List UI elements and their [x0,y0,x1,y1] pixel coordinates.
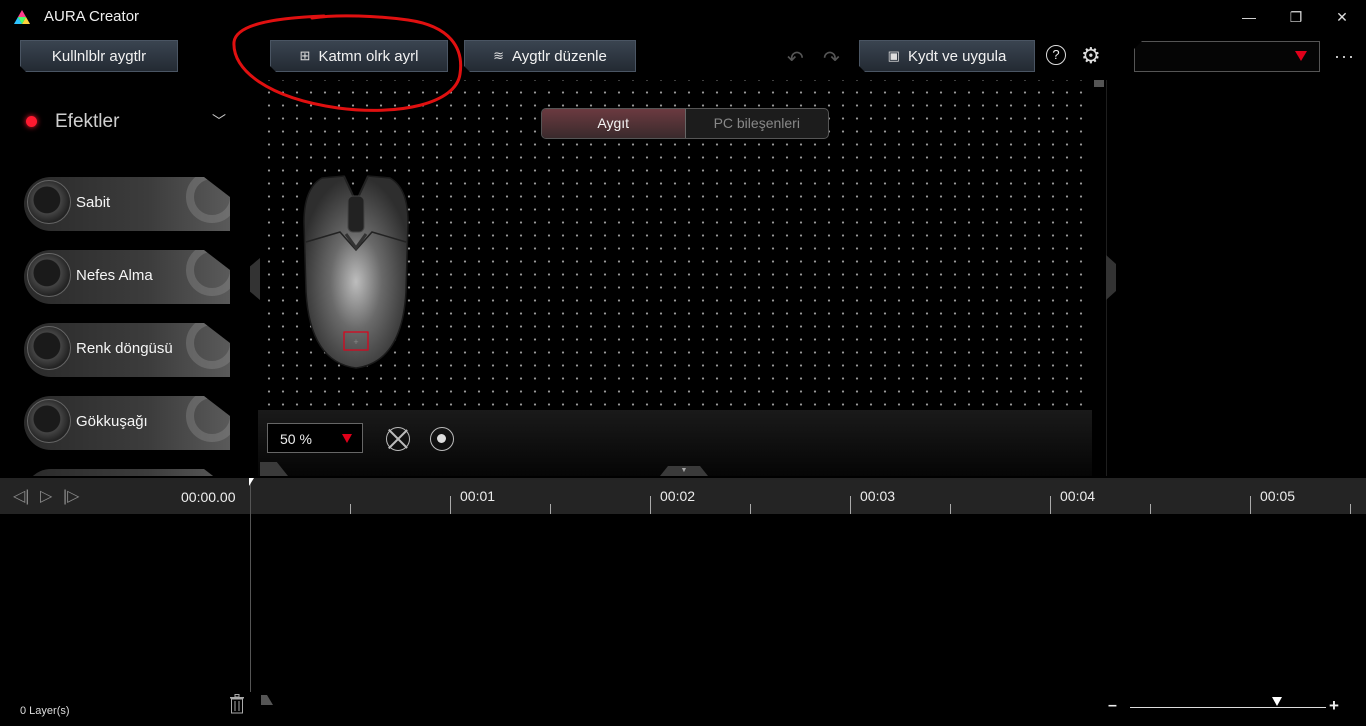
trash-icon[interactable] [229,694,245,714]
color-cycle-effect-icon [27,326,71,370]
save-apply-label: Kydt ve uygula [907,47,1007,65]
edit-devices-label: Aygtlr düzenle [512,47,607,65]
effect-decoration [186,323,230,369]
more-options-icon[interactable]: ··· [1334,46,1355,67]
effect-card-rainbow[interactable]: Gökkuşağı [24,396,230,450]
help-icon[interactable]: ? [1046,45,1066,65]
close-button[interactable]: ✕ [1322,4,1362,30]
effect-label: Nefes Alma [76,267,153,284]
tick-major [650,496,651,514]
tick-major [1050,496,1051,514]
tick-label: 00:02 [660,488,696,504]
available-devices-label: Kullnlblr aygtlr [51,47,147,65]
current-time: 00:00.00 [181,489,236,505]
effect-decoration [186,177,230,223]
center-view-icon[interactable] [430,427,454,451]
effects-indicator-dot [26,116,37,127]
zoom-select[interactable]: 50 % [267,423,363,453]
maximize-button[interactable]: ❐ [1276,4,1316,30]
layers-count: 0 Layer(s) [20,705,70,717]
title-bar: AURA Creator — ❐ ✕ [0,0,1366,34]
tick-minor [1150,504,1151,514]
timeline-zoom-thumb[interactable] [1272,697,1282,706]
skip-to-end-icon[interactable]: |▷ [63,486,79,506]
tick-label: 00:05 [1260,488,1296,504]
edit-devices-button[interactable]: ≋ Aygtlr düzenle [464,40,636,72]
save-icon: ▣ [887,48,900,63]
effect-label: Renk döngüsü [76,340,173,357]
effect-decoration [186,396,230,442]
zoom-value: 50 % [280,431,312,447]
tick-minor [350,504,351,514]
minimize-button[interactable]: — [1229,4,1269,30]
tick-label: 00:04 [1060,488,1096,504]
timeline-zoom-in-button[interactable]: + [1329,696,1339,716]
undo-icon[interactable]: ↶ [787,46,804,71]
play-icon[interactable]: ▷ [40,486,52,506]
tick-minor [550,504,551,514]
effect-card-static[interactable]: Sabit [24,177,230,231]
collapse-canvas-handle[interactable]: ▼ [660,466,708,476]
tick-major [850,496,851,514]
tick-major [1250,496,1251,514]
effects-panel: Efektler ﹀ Sabit Nefes Alma Renk döngüsü… [0,80,258,476]
timeline-zoom-slider[interactable] [1130,707,1326,708]
tab-pc-components[interactable]: PC bileşenleri [686,109,829,138]
aura-logo-icon [14,10,30,24]
canvas-scrollbar[interactable] [1094,80,1104,87]
svg-text:+: + [353,337,358,347]
effect-card-breathing[interactable]: Nefes Alma [24,250,230,304]
layers-split-icon: ⊞ [299,48,311,63]
separate-layers-button[interactable]: ⊞ Katmn olrk ayrl [270,40,448,72]
gaming-mouse-device[interactable]: + [300,172,412,370]
effect-decoration [186,250,230,296]
profile-dropdown[interactable] [1134,41,1320,72]
effect-card-color-cycle[interactable]: Renk döngüsü [24,323,230,377]
playhead-marker[interactable] [249,478,254,486]
breathing-effect-icon [27,253,71,297]
chevron-down-icon[interactable]: ﹀ [212,111,226,131]
tick-major [450,496,451,514]
available-devices-button[interactable]: Kullnlblr aygtlr [20,40,178,72]
playhead-line[interactable] [250,478,251,692]
effect-card-more[interactable] [24,469,230,476]
settings-gear-icon[interactable]: ⚙ [1081,43,1101,69]
device-tab-switch: Aygıt PC bileşenleri [541,108,829,139]
static-effect-icon [27,180,71,224]
tick-minor [750,504,751,514]
tick-minor [950,504,951,514]
effect-label: Gökkuşağı [76,413,148,430]
rainbow-effect-icon [27,399,71,443]
fit-to-screen-icon[interactable] [386,427,410,451]
tab-device[interactable]: Aygıt [542,109,686,138]
save-apply-button[interactable]: ▣ Kydt ve uygula [859,40,1035,72]
tick-minor [1350,504,1351,514]
timeline-ruler[interactable]: 00:01 00:02 00:03 00:04 00:05 [250,478,1366,514]
separate-layers-label: Katmn olrk ayrl [318,47,419,65]
effect-label: Sabit [76,194,111,211]
dropdown-caret-icon [342,434,352,443]
effects-title: Efektler [55,111,120,132]
layers-icon: ≋ [493,48,505,63]
redo-icon[interactable]: ↷ [823,46,840,71]
timeline-tracks[interactable] [0,514,1366,726]
properties-pane [1106,80,1366,476]
dropdown-caret-icon [1295,51,1307,61]
tick-label: 00:01 [460,488,496,504]
timeline-zoom-out-button[interactable]: – [1108,697,1117,715]
skip-to-start-icon[interactable]: ◁| [13,486,29,506]
tick-label: 00:03 [860,488,896,504]
app-title: AURA Creator [44,8,140,25]
